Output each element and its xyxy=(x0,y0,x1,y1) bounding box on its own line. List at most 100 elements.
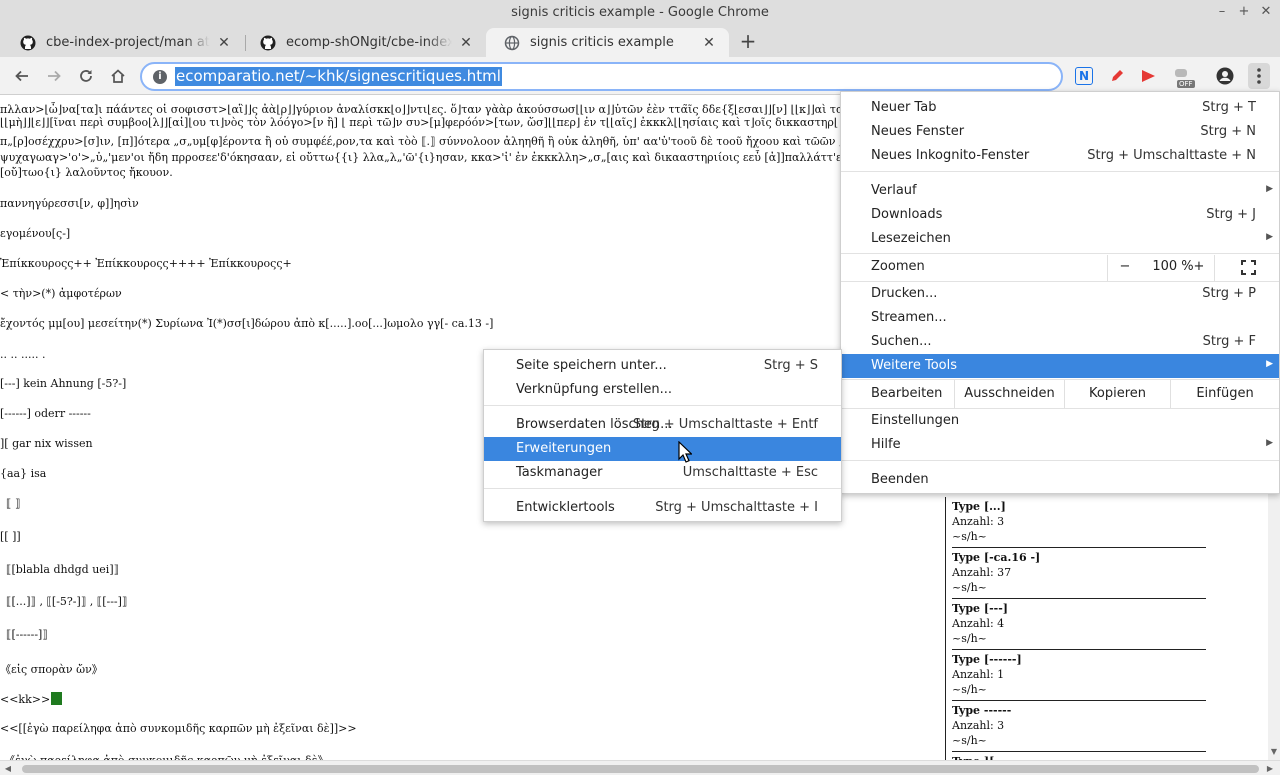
menu-label: Taskmanager xyxy=(516,465,603,480)
fullscreen-button[interactable] xyxy=(1214,255,1279,281)
menu-item-settings[interactable]: Einstellungen xyxy=(841,409,1279,433)
extension-n-icon[interactable]: N xyxy=(1075,67,1093,85)
type-title: Type [------] xyxy=(952,653,1022,666)
menu-shortcut: Strg + N xyxy=(1200,124,1256,139)
type-suffix: ~s/h~ xyxy=(952,581,987,594)
forward-button[interactable] xyxy=(44,66,64,86)
close-icon[interactable]: ✕ xyxy=(458,35,474,51)
menu-item-find[interactable]: Suchen... Strg + F xyxy=(841,330,1279,354)
text-line: ⟦ ⟧ xyxy=(6,497,21,510)
menu-item-print[interactable]: Drucken... Strg + P xyxy=(841,282,1279,306)
submenu-arrow-icon: ▶ xyxy=(1266,232,1273,242)
menu-item-downloads[interactable]: Downloads Strg + J xyxy=(841,203,1279,227)
menu-item-new-window[interactable]: Neues Fenster Strg + N xyxy=(841,120,1279,144)
scroll-down-icon[interactable]: ▼ xyxy=(1268,746,1280,758)
address-bar[interactable]: i ecomparatio.net/~khk/signescritiques.h… xyxy=(140,62,1063,91)
menu-divider xyxy=(841,171,1279,172)
browser-toolbar: i ecomparatio.net/~khk/signescritiques.h… xyxy=(0,57,1280,95)
horizontal-scrollbar[interactable]: ◀ ▶ xyxy=(0,760,1280,775)
pen-extension-icon[interactable] xyxy=(1108,67,1126,85)
home-button[interactable] xyxy=(108,66,128,86)
menu-item-cast[interactable]: Streamen... xyxy=(841,306,1279,330)
submenu-item-dev-tools[interactable]: Entwicklertools Strg + Umschalttaste + I xyxy=(484,496,841,520)
tab-github-man[interactable]: cbe-index-project/man at master ✕ xyxy=(2,28,244,57)
menu-item-help[interactable]: Hilfe ▶ xyxy=(841,433,1279,457)
type-count-panel: Type [...] Anzahl: 3 ~s/h~ Type [-ca.16 … xyxy=(945,497,1268,760)
close-icon[interactable]: ✕ xyxy=(701,35,717,51)
menu-item-bookmarks[interactable]: Lesezeichen ▶ xyxy=(841,227,1279,251)
minimize-button[interactable]: – xyxy=(1216,4,1228,19)
cut-button[interactable]: Ausschneiden xyxy=(954,380,1064,408)
zoom-out-button[interactable]: − xyxy=(1107,255,1142,281)
submenu-arrow-icon: ▶ xyxy=(1266,184,1273,194)
info-icon[interactable]: i xyxy=(153,70,167,84)
account-icon xyxy=(1216,67,1234,85)
menu-divider xyxy=(841,460,1279,461)
reload-button[interactable] xyxy=(76,66,96,86)
menu-shortcut: Strg + J xyxy=(1206,207,1256,222)
tab-strip: cbe-index-project/man at master ✕ ecomp-… xyxy=(0,27,1280,57)
type-box: Type [...] Anzahl: 3 ~s/h~ xyxy=(952,497,1206,548)
menu-divider xyxy=(841,253,1279,254)
text-line: 《εἰς σπορὰν ὤν》 xyxy=(0,663,103,676)
submenu-arrow-icon: ▶ xyxy=(1266,359,1273,369)
tab-label: signis criticis example xyxy=(530,35,674,50)
menu-item-zoom: Zoomen − 100 % + xyxy=(841,255,1279,281)
play-extension-icon[interactable] xyxy=(1140,67,1158,85)
close-window-button[interactable]: ✕ xyxy=(1260,4,1272,19)
scroll-left-icon[interactable]: ◀ xyxy=(2,763,14,775)
maximize-button[interactable]: + xyxy=(1238,4,1250,19)
type-suffix: ~s/h~ xyxy=(952,632,987,645)
window-title: signis criticis example - Google Chrome xyxy=(511,5,769,20)
menu-label: Seite speichern unter... xyxy=(516,358,667,373)
type-count: Anzahl: 37 xyxy=(952,566,1012,579)
arrow-left-icon xyxy=(15,70,28,82)
text-line: .. .. ..... . xyxy=(0,348,46,361)
text-line: 《ἐγὼ παρείληφα ἀπὸ συνκομιδῆς καρπῶν μὴ … xyxy=(4,752,329,760)
tab-github-index[interactable]: ecomp-shONgit/cbe-index-project ✕ xyxy=(242,28,486,57)
paste-button[interactable]: Einfügen xyxy=(1170,380,1279,408)
menu-item-history[interactable]: Verlauf ▶ xyxy=(841,179,1279,203)
menu-item-edit: Bearbeiten Ausschneiden Kopieren Einfüge… xyxy=(841,380,1279,408)
submenu-item-task-manager[interactable]: Taskmanager Umschalttaste + Esc xyxy=(484,461,841,485)
submenu-item-create-shortcut[interactable]: Verknüpfung erstellen... xyxy=(484,378,841,402)
menu-label: Drucken... xyxy=(871,286,938,301)
menu-label: Neuer Tab xyxy=(871,100,937,115)
chrome-menu-button[interactable] xyxy=(1248,63,1270,89)
submenu-item-clear-data[interactable]: Browserdaten löschen... Strg + Umschaltt… xyxy=(484,413,841,437)
scroll-right-icon[interactable]: ▶ xyxy=(1264,763,1276,775)
more-tools-submenu: Seite speichern unter... Strg + S Verknü… xyxy=(483,349,842,522)
type-title: Type ------ xyxy=(952,704,1012,717)
profile-avatar[interactable] xyxy=(1216,67,1234,85)
menu-item-new-tab[interactable]: Neuer Tab Strg + T xyxy=(841,96,1279,120)
new-tab-button[interactable]: + xyxy=(737,31,759,53)
type-suffix: ~s/h~ xyxy=(952,530,987,543)
close-icon[interactable]: ✕ xyxy=(216,35,232,51)
menu-label: Verknüpfung erstellen... xyxy=(516,382,672,397)
text-line-kk: <<kk>> xyxy=(0,692,63,706)
submenu-item-save-page[interactable]: Seite speichern unter... Strg + S xyxy=(484,354,841,378)
menu-label: Weitere Tools xyxy=(871,358,958,373)
menu-label: Zoomen xyxy=(871,259,925,274)
home-icon xyxy=(111,69,125,83)
menu-label: Suchen... xyxy=(871,334,932,349)
back-button[interactable] xyxy=(12,66,32,86)
text-line: ⌊⌊μὴ⌋⌋⌊ε⌋⌋[ῖναι περὶ συμβοο⌊λ⌋⌋[αἰ]⌊ου τ… xyxy=(0,116,839,129)
menu-divider xyxy=(484,405,841,406)
menu-item-more-tools[interactable]: Weitere Tools ▶ xyxy=(841,354,1279,378)
window-titlebar: signis criticis example - Google Chrome … xyxy=(0,0,1280,27)
tab-label: ecomp-shONgit/cbe-index-project xyxy=(286,35,452,50)
cursor-block xyxy=(51,692,63,705)
copy-button[interactable]: Kopieren xyxy=(1064,380,1170,408)
menu-item-exit[interactable]: Beenden xyxy=(841,468,1279,492)
zoom-in-button[interactable]: + xyxy=(1184,259,1214,274)
text-span: <<kk>> xyxy=(0,693,51,706)
type-count: Anzahl: 3 xyxy=(952,515,1005,528)
tab-signis-criticis[interactable]: signis criticis example ✕ xyxy=(486,28,729,57)
submenu-item-extensions[interactable]: Erweiterungen xyxy=(484,437,841,461)
text-line: ἔχοντός μμ[ου] μεσείτην(*) Συρίωνα Ἰ(*)σ… xyxy=(0,317,494,330)
url-text[interactable]: ecomparatio.net/~khk/signescritiques.htm… xyxy=(175,67,502,86)
menu-label: Einstellungen xyxy=(871,413,960,428)
menu-item-incognito[interactable]: Neues Inkognito-Fenster Strg + Umschaltt… xyxy=(841,144,1279,168)
horizontal-scroll-thumb[interactable] xyxy=(22,765,1259,773)
